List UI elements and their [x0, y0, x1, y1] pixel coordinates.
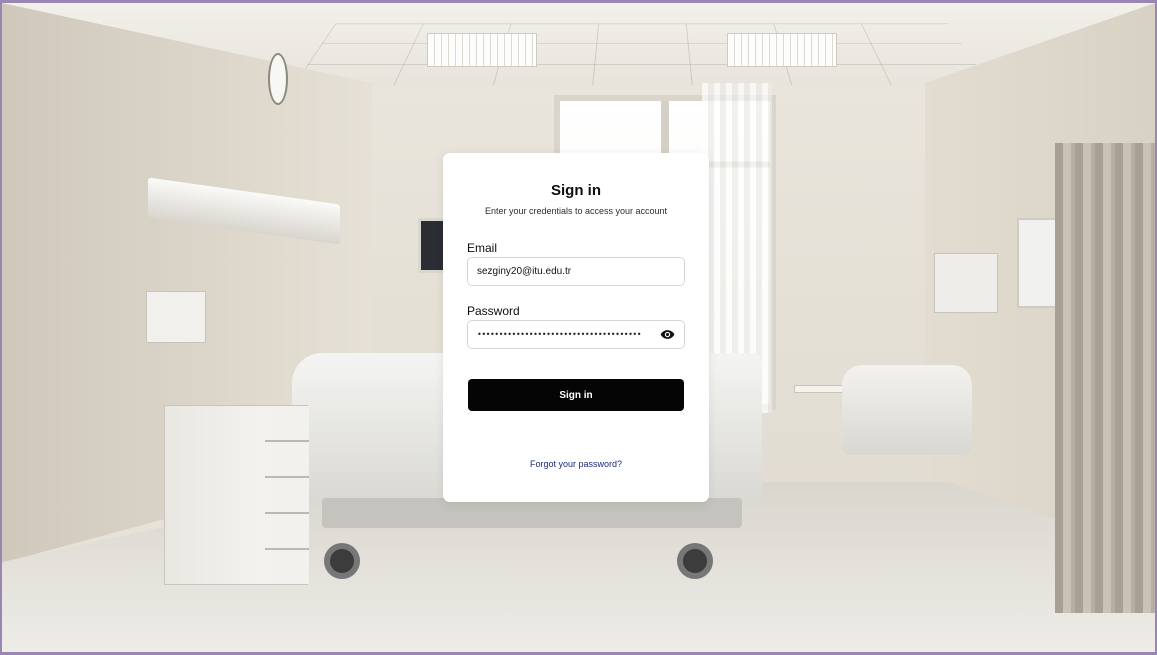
- eye-icon[interactable]: [659, 327, 675, 343]
- chair: [842, 365, 972, 455]
- password-field[interactable]: ••••••••••••••••••••••••••••••••••••••: [467, 320, 685, 349]
- ceiling-grid: [292, 23, 992, 89]
- bedside-cabinet: [164, 405, 309, 585]
- wall-dispenser: [934, 253, 998, 313]
- wall-picture: [1017, 218, 1057, 308]
- privacy-curtain: [1055, 143, 1155, 613]
- ceiling-light: [727, 33, 837, 67]
- email-label: Email: [467, 241, 498, 255]
- signin-button[interactable]: Sign in: [468, 379, 684, 411]
- email-field-container: [467, 257, 685, 286]
- ceiling-light: [427, 33, 537, 67]
- bed-wheel: [677, 543, 713, 579]
- email-field[interactable]: [477, 266, 675, 277]
- wall-clock: [268, 53, 288, 105]
- signin-card: Sign in Enter your credentials to access…: [443, 153, 709, 502]
- password-value[interactable]: ••••••••••••••••••••••••••••••••••••••: [477, 330, 655, 339]
- signin-subtitle: Enter your credentials to access your ac…: [484, 206, 668, 216]
- password-label: Password: [467, 304, 520, 318]
- forgot-password-link[interactable]: Forgot your password?: [443, 459, 709, 469]
- bed-frame: [322, 498, 742, 528]
- app-frame: Sign in Enter your credentials to access…: [2, 3, 1155, 652]
- wall-panel: [146, 291, 206, 343]
- bed-wheel: [324, 543, 360, 579]
- signin-title: Sign in: [551, 182, 601, 199]
